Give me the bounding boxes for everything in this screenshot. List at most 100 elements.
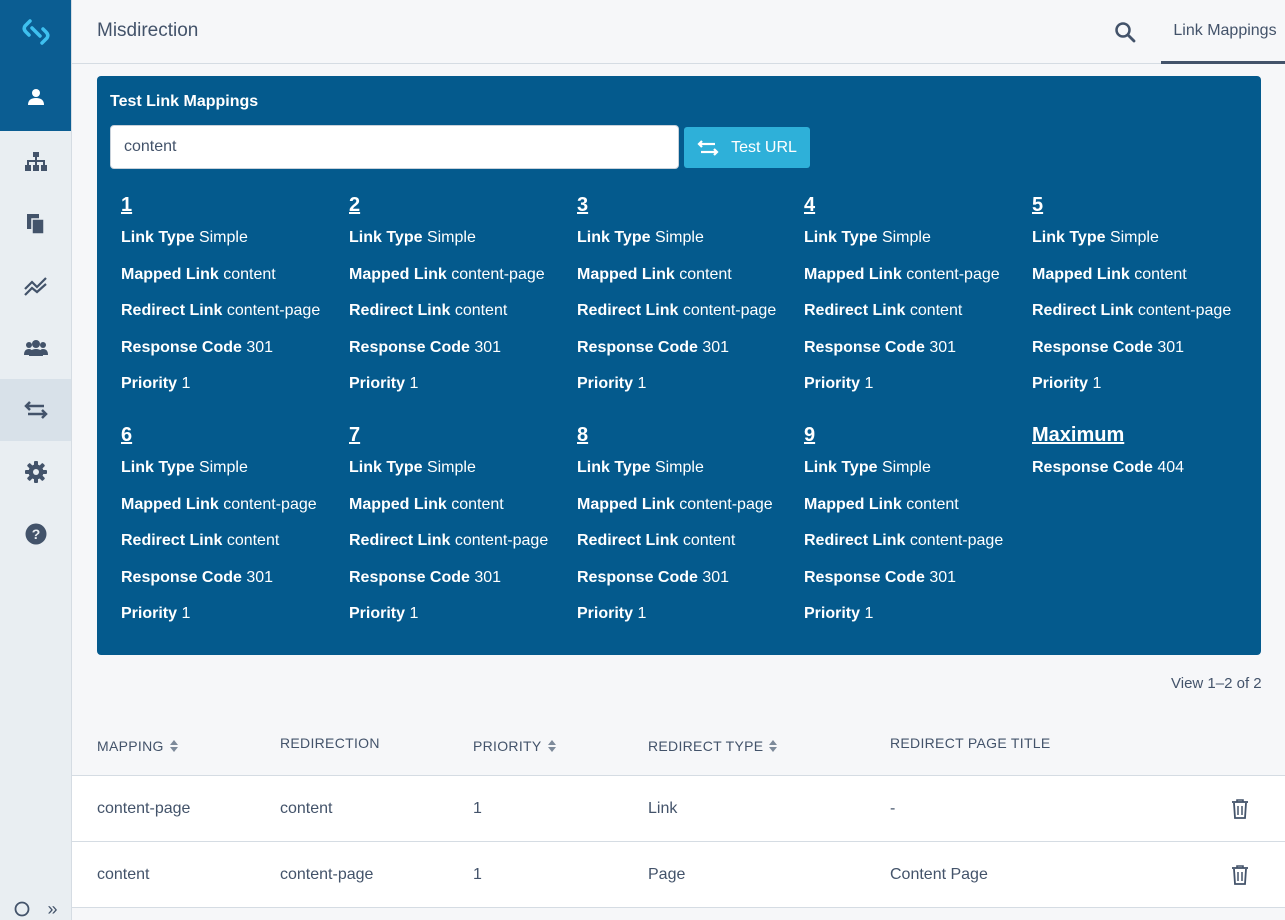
sidebar-item-content-tree[interactable] <box>0 131 71 193</box>
result-card: 5 Link Type Simple Mapped Link content R… <box>1032 192 1254 411</box>
response-code-value: 301 <box>702 568 730 586</box>
link-type-value: Simple <box>881 229 931 246</box>
field-label: Link Type <box>349 459 423 476</box>
trash-icon[interactable] <box>1230 798 1250 820</box>
result-number[interactable]: 4 <box>804 192 1026 228</box>
response-code-value: 301 <box>1157 338 1185 356</box>
result-number[interactable]: 2 <box>349 192 571 228</box>
field-label: Response Code <box>121 568 242 586</box>
field-label: Link Type <box>577 229 651 246</box>
sidebar-item-users-profile[interactable] <box>0 63 71 131</box>
link-type-value: Simple <box>426 229 476 246</box>
mapped-link-value: content-page <box>906 265 1000 283</box>
panel-title: Test Link Mappings <box>110 93 259 110</box>
table-row[interactable]: content-page content 1 Link - <box>72 776 1285 842</box>
redirect-link-value: content-page <box>909 532 1004 549</box>
link-type-value: Simple <box>654 459 704 476</box>
redirect-link-value: content <box>226 532 280 549</box>
field-label: Link Type <box>121 459 195 476</box>
priority-value: 1 <box>864 605 874 622</box>
field-label: Response Code <box>1032 338 1153 356</box>
expand-sidebar-icon[interactable]: » <box>47 899 57 920</box>
result-number[interactable]: 6 <box>121 422 343 458</box>
field-label: Priority <box>1032 375 1089 392</box>
sidebar-item-settings[interactable] <box>0 441 71 503</box>
result-card: 6 Link Type Simple Mapped Link content-p… <box>121 422 343 641</box>
redirect-link-value: content <box>682 532 736 549</box>
result-number[interactable]: 9 <box>804 422 1026 458</box>
priority-value: 1 <box>864 375 874 392</box>
pages-icon <box>26 214 45 235</box>
field-label: Redirect Link <box>121 532 223 549</box>
cell-redirection: content <box>280 800 333 817</box>
column-header-mapping[interactable]: MAPPING <box>97 738 178 754</box>
svg-text:?: ? <box>31 526 40 542</box>
field-label: Response Code <box>1032 459 1153 476</box>
cell-redirect-type: Page <box>648 866 686 883</box>
sort-icon <box>169 740 178 752</box>
field-label: Priority <box>121 375 178 392</box>
column-header-label: MAPPING <box>97 738 164 754</box>
pagination-count: View 1–2 of 2 <box>1171 675 1262 692</box>
cell-redirect-page-title: - <box>890 800 896 817</box>
response-code-value: 301 <box>246 338 274 356</box>
cell-redirection: content-page <box>280 866 374 883</box>
trash-icon[interactable] <box>1230 864 1250 886</box>
test-url-button[interactable]: Test URL <box>684 127 810 168</box>
field-label: Redirect Link <box>121 302 223 319</box>
redirect-arrows-icon <box>697 139 719 156</box>
result-number[interactable]: 5 <box>1032 192 1254 228</box>
sidebar-item-pages[interactable] <box>0 193 71 255</box>
field-label: Mapped Link <box>349 495 447 513</box>
column-header-redirect-page-title: REDIRECT PAGE TITLE <box>890 735 1051 751</box>
result-card: 7 Link Type Simple Mapped Link content R… <box>349 422 571 641</box>
tab-link-mappings[interactable]: Link Mappings <box>1161 0 1285 64</box>
column-header-priority[interactable]: PRIORITY <box>473 738 556 754</box>
field-label: Response Code <box>121 338 242 356</box>
test-url-input[interactable] <box>110 125 679 169</box>
maximum-result-card: Maximum Response Code 404 <box>1032 422 1254 495</box>
sidebar-item-analytics[interactable] <box>0 255 71 317</box>
field-label: Mapped Link <box>121 495 219 513</box>
table-row[interactable]: content content-page 1 Page Content Page <box>72 842 1285 908</box>
column-header-redirect-type[interactable]: REDIRECT TYPE <box>648 738 778 754</box>
sidebar-item-help[interactable]: ? <box>0 503 71 565</box>
result-card: 4 Link Type Simple Mapped Link content-p… <box>804 192 1026 411</box>
result-card: 1 Link Type Simple Mapped Link content R… <box>121 192 343 411</box>
circle-icon[interactable] <box>14 901 30 917</box>
field-label: Mapped Link <box>804 495 902 513</box>
column-header-redirection: REDIRECTION <box>280 735 380 751</box>
sidebar-item-misdirection[interactable] <box>0 379 71 441</box>
maximum-title[interactable]: Maximum <box>1032 422 1254 458</box>
mapped-link-value: content <box>679 265 732 283</box>
users-group-icon <box>23 340 48 356</box>
field-label: Response Code <box>577 568 698 586</box>
link-type-value: Simple <box>881 459 931 476</box>
field-label: Link Type <box>577 459 651 476</box>
response-code-value: 301 <box>929 568 957 586</box>
cell-mapping: content <box>97 866 150 883</box>
cell-redirect-type: Link <box>648 800 678 817</box>
field-label: Priority <box>804 375 861 392</box>
sidebar-item-members[interactable] <box>0 317 71 379</box>
field-label: Redirect Link <box>349 302 451 319</box>
result-number[interactable]: 1 <box>121 192 343 228</box>
response-code-value: 404 <box>1157 459 1185 476</box>
field-label: Priority <box>349 605 406 622</box>
result-number[interactable]: 7 <box>349 422 571 458</box>
logo-icon <box>21 18 50 45</box>
result-number[interactable]: 3 <box>577 192 799 228</box>
priority-value: 1 <box>1092 375 1102 392</box>
mapped-link-value: content <box>906 495 959 513</box>
field-label: Link Type <box>804 229 878 246</box>
help-icon: ? <box>25 523 46 545</box>
result-number[interactable]: 8 <box>577 422 799 458</box>
umbraco-logo[interactable] <box>0 0 71 63</box>
sitemap-icon <box>24 152 47 171</box>
mapped-link-value: content <box>1134 265 1187 283</box>
test-link-mappings-panel: Test Link Mappings Test URL 1 Link Type … <box>97 76 1261 655</box>
field-label: Mapped Link <box>349 265 447 283</box>
link-type-value: Simple <box>198 459 248 476</box>
link-type-value: Simple <box>198 229 248 246</box>
search-button[interactable] <box>1112 19 1138 45</box>
